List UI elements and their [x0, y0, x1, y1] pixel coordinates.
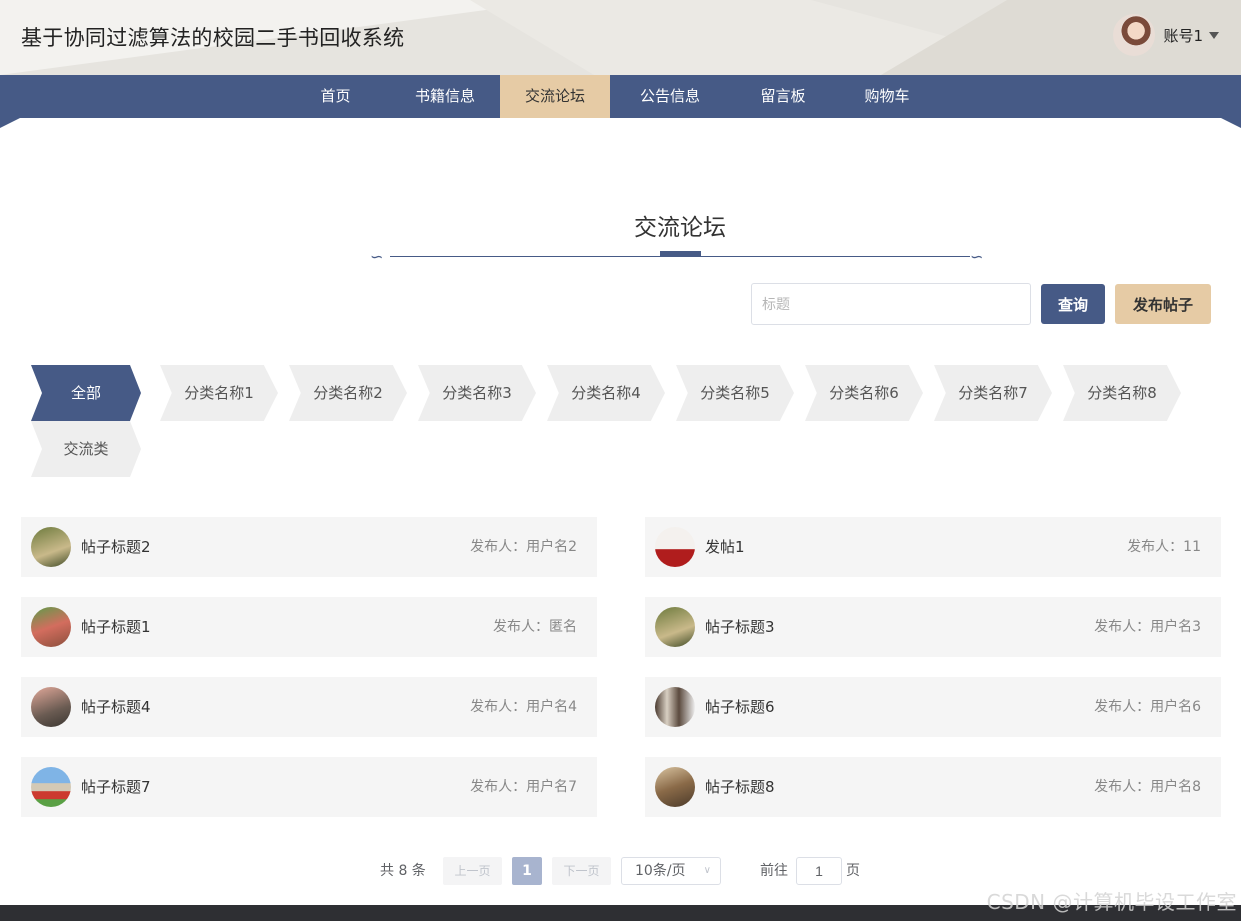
prev-page-button[interactable]: 上一页	[443, 857, 502, 885]
post-title[interactable]: 发帖1	[705, 517, 745, 577]
avatar[interactable]	[1113, 14, 1156, 56]
main-nav: 首页 书籍信息 交流论坛 公告信息 留言板 购物车	[0, 75, 1241, 128]
post-title[interactable]: 帖子标题7	[81, 757, 151, 817]
category-tab[interactable]: 分类名称7	[934, 365, 1052, 421]
publish-post-button[interactable]: 发布帖子	[1115, 284, 1211, 324]
category-tab[interactable]: 全部	[31, 365, 141, 421]
post-title[interactable]: 帖子标题6	[705, 677, 775, 737]
post-thumbnail	[31, 607, 71, 647]
post-thumbnail	[31, 767, 71, 807]
site-header: 基于协同过滤算法的校园二手书回收系统 账号1	[0, 0, 1241, 75]
search-input[interactable]	[751, 283, 1031, 325]
post-author: 发布人：用户名7	[470, 779, 577, 795]
title-accent-bar	[660, 251, 701, 257]
post-thumbnail	[655, 687, 695, 727]
swirl-left-icon: ∽	[370, 247, 384, 266]
post-thumbnail	[31, 687, 71, 727]
post-item[interactable]: 帖子标题7 发布人：用户名7	[21, 757, 597, 817]
post-thumbnail	[655, 767, 695, 807]
post-title[interactable]: 帖子标题8	[705, 757, 775, 817]
post-author: 发布人：用户名3	[1094, 619, 1201, 635]
post-author: 发布人：用户名2	[470, 539, 577, 555]
caret-down-icon[interactable]	[1209, 31, 1219, 39]
post-author: 发布人：11	[1127, 539, 1201, 555]
category-tab[interactable]: 分类名称3	[418, 365, 536, 421]
swirl-right-icon: ∽	[970, 247, 984, 266]
category-tab[interactable]: 分类名称8	[1063, 365, 1181, 421]
site-title: 基于协同过滤算法的校园二手书回收系统	[21, 26, 405, 50]
watermark: CSDN @计算机毕设工作室	[986, 890, 1237, 914]
post-item[interactable]: 帖子标题6 发布人：用户名6	[645, 677, 1221, 737]
nav-items: 首页 书籍信息 交流论坛 公告信息 留言板 购物车	[281, 75, 938, 118]
nav-item[interactable]: 首页	[281, 75, 390, 118]
post-thumbnail	[655, 607, 695, 647]
nav-item[interactable]: 书籍信息	[390, 75, 500, 118]
pagination-total: 共 8 条	[380, 863, 426, 879]
category-tab[interactable]: 分类名称2	[289, 365, 407, 421]
post-item[interactable]: 帖子标题8 发布人：用户名8	[645, 757, 1221, 817]
category-tab[interactable]: 分类名称6	[805, 365, 923, 421]
post-author: 发布人：用户名8	[1094, 779, 1201, 795]
nav-decoration	[1221, 118, 1241, 128]
post-title[interactable]: 帖子标题2	[81, 517, 151, 577]
query-button[interactable]: 查询	[1041, 284, 1105, 324]
post-thumbnail	[655, 527, 695, 567]
chevron-down-icon: ∨	[703, 865, 711, 876]
nav-item[interactable]: 公告信息	[610, 75, 730, 118]
post-title[interactable]: 帖子标题3	[705, 597, 775, 657]
post-title[interactable]: 帖子标题1	[81, 597, 151, 657]
post-author: 发布人：用户名6	[1094, 699, 1201, 715]
next-page-button[interactable]: 下一页	[552, 857, 611, 885]
post-author: 发布人：用户名4	[470, 699, 577, 715]
nav-decoration	[0, 118, 20, 128]
category-tab[interactable]: 分类名称1	[160, 365, 278, 421]
goto-page-input[interactable]	[796, 857, 842, 885]
page-title: 交流论坛	[634, 215, 726, 241]
page-number-current[interactable]: 1	[512, 857, 542, 885]
category-tab[interactable]: 分类名称5	[676, 365, 794, 421]
post-item[interactable]: 帖子标题4 发布人：用户名4	[21, 677, 597, 737]
post-item[interactable]: 帖子标题1 发布人：匿名	[21, 597, 597, 657]
post-author: 发布人：匿名	[493, 619, 577, 635]
nav-item[interactable]: 交流论坛	[500, 75, 610, 118]
user-menu[interactable]: 账号1	[1113, 14, 1219, 56]
post-item[interactable]: 发帖1 发布人：11	[645, 517, 1221, 577]
nav-item[interactable]: 购物车	[836, 75, 938, 118]
nav-item[interactable]: 留言板	[730, 75, 836, 118]
page-size-value: 10条/页	[635, 863, 686, 879]
goto-label: 前往	[760, 863, 788, 879]
goto-unit: 页	[846, 863, 860, 879]
user-name[interactable]: 账号1	[1163, 25, 1203, 46]
post-item[interactable]: 帖子标题3 发布人：用户名3	[645, 597, 1221, 657]
category-tab[interactable]: 分类名称4	[547, 365, 665, 421]
page-size-select[interactable]: 10条/页 ∨	[621, 857, 721, 885]
category-tab[interactable]: 交流类	[31, 421, 141, 477]
post-thumbnail	[31, 527, 71, 567]
post-title[interactable]: 帖子标题4	[81, 677, 151, 737]
post-item[interactable]: 帖子标题2 发布人：用户名2	[21, 517, 597, 577]
